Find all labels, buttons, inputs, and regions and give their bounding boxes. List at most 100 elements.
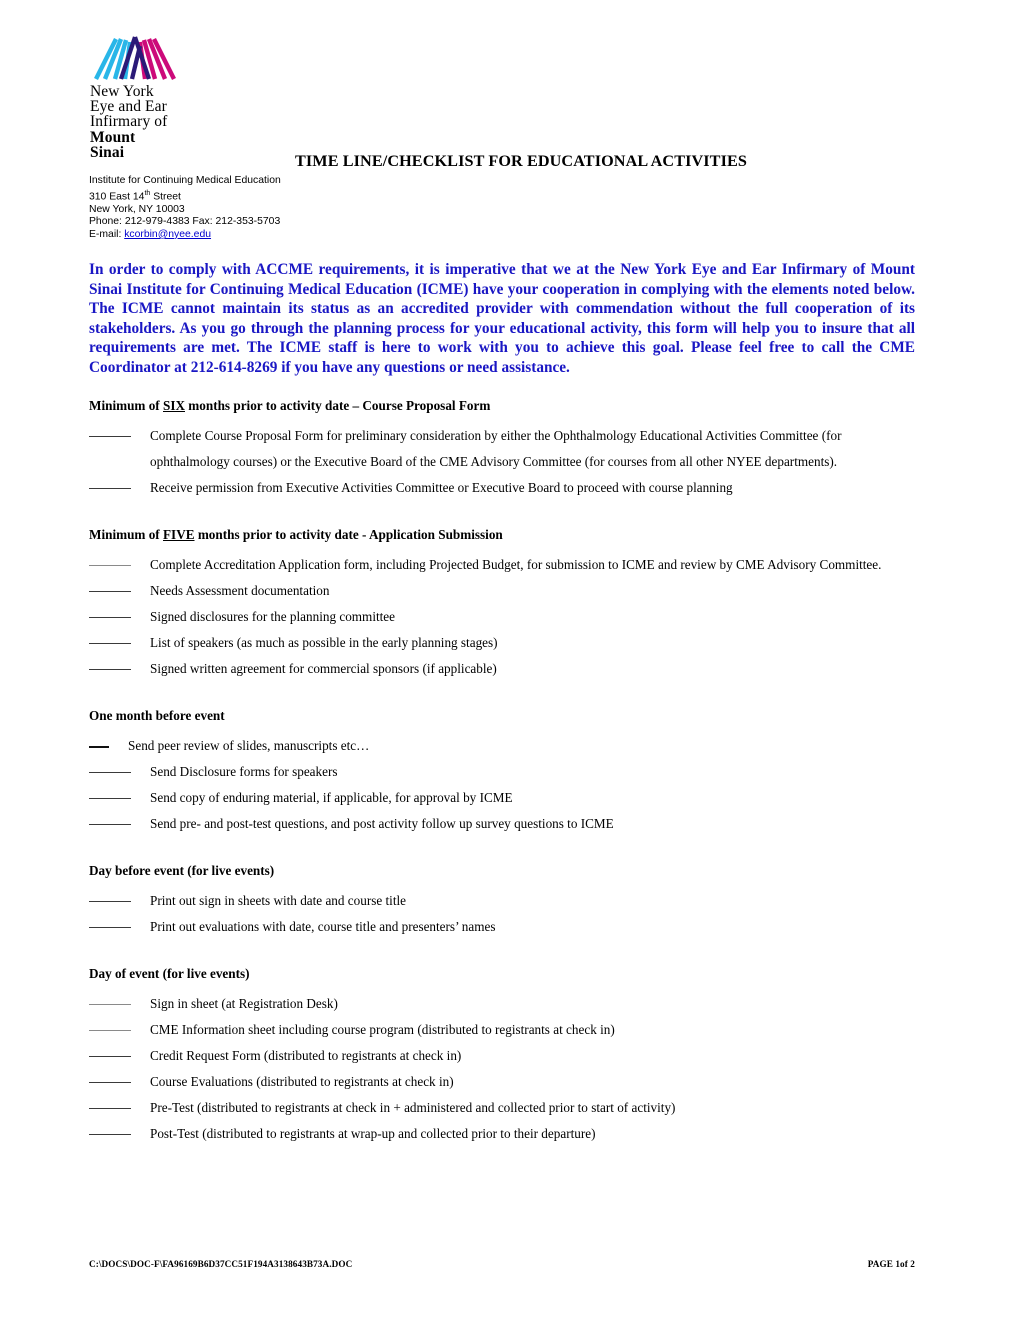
checklist-item: Send copy of enduring material, if appli… — [89, 785, 1020, 811]
checklist-item-blank-line[interactable] — [89, 669, 131, 670]
checklist-item-label: Pre-Test (distributed to registrants at … — [150, 1100, 676, 1115]
checklist-item-blank-line[interactable] — [89, 1082, 131, 1083]
checklist-item-label: Send copy of enduring material, if appli… — [150, 790, 513, 805]
checklist-item-blank-line[interactable] — [89, 1004, 131, 1005]
street-prefix: 310 East 14 — [89, 191, 145, 203]
checklist-item: Receive permission from Executive Activi… — [89, 475, 1020, 501]
checklist-item-label: Needs Assessment documentation — [150, 583, 330, 598]
checklist-item: Complete Course Proposal Form for prelim… — [89, 423, 1020, 475]
section-heading-prefix: Minimum of — [89, 398, 163, 413]
checklist-item-blank-line[interactable] — [89, 746, 109, 748]
document-footer: C:\DOCS\DOC-F\FA96169B6D37CC51F194A31386… — [89, 1259, 915, 1269]
section-heading-suffix: months prior to activity date - Applicat… — [194, 527, 503, 542]
checklist-item: Send peer review of slides, manuscripts … — [89, 733, 1020, 759]
checklist-item-label: Print out sign in sheets with date and c… — [150, 893, 407, 908]
checklist-item-label: Signed written agreement for commercial … — [150, 661, 497, 676]
checklist-item-label: Credit Request Form (distributed to regi… — [150, 1048, 462, 1063]
page-title: TIME LINE/CHECKLIST FOR EDUCATIONAL ACTI… — [295, 152, 747, 170]
checklist-item: Credit Request Form (distributed to regi… — [89, 1043, 1020, 1069]
checklist-item-blank-line[interactable] — [89, 1056, 131, 1057]
footer-file-path: C:\DOCS\DOC-F\FA96169B6D37CC51F194A31386… — [89, 1259, 353, 1269]
checklist-item: Course Evaluations (distributed to regis… — [89, 1069, 1020, 1095]
checklist-item-blank-line[interactable] — [89, 798, 131, 799]
checklist-item-blank-line[interactable] — [89, 824, 131, 825]
checklist-item-label: CME Information sheet including course p… — [150, 1022, 615, 1037]
checklist-item: Send pre- and post-test questions, and p… — [89, 811, 1020, 837]
checklist-item: Print out sign in sheets with date and c… — [89, 888, 1020, 914]
logo-line-4: Mount — [90, 128, 136, 146]
checklist-section: One month before event Send peer review o… — [0, 708, 1020, 837]
checklist-item-label: Send pre- and post-test questions, and p… — [150, 816, 614, 831]
checklist-item: CME Information sheet including course p… — [89, 1017, 1020, 1043]
logo-line-3: Infirmary of — [90, 113, 168, 131]
street-suffix: Street — [150, 191, 181, 203]
checklist-item-label: Receive permission from Executive Activi… — [150, 480, 733, 495]
checklist-item: Signed disclosures for the planning comm… — [89, 604, 1020, 630]
checklist-item-label: Print out evaluations with date, course … — [150, 919, 496, 934]
checklist-item-blank-line[interactable] — [89, 927, 131, 928]
address-block: Institute for Continuing Medical Educati… — [89, 175, 281, 241]
checklist-item: Complete Accreditation Application form,… — [89, 552, 1020, 578]
checklist-item-blank-line[interactable] — [89, 565, 131, 566]
checklist-item: Needs Assessment documentation — [89, 578, 1020, 604]
checklist-item-label: Post-Test (distributed to registrants at… — [150, 1126, 596, 1141]
checklist-item-blank-line[interactable] — [89, 772, 131, 773]
checklist-item: Signed written agreement for commercial … — [89, 656, 1020, 682]
checklist-section: Day of event (for live events) Sign in sh… — [0, 966, 1020, 1147]
phone-fax: Phone: 212-979-4383 Fax: 212-353-5703 — [89, 216, 281, 228]
checklist-item-blank-line[interactable] — [89, 1134, 131, 1135]
section-heading: Minimum of SIX months prior to activity … — [89, 398, 1020, 414]
section-heading: Day of event (for live events) — [89, 966, 250, 981]
checklist-item-blank-line[interactable] — [89, 488, 131, 489]
section-heading: One month before event — [89, 708, 225, 723]
checklist-item-label: Complete Course Proposal Form for prelim… — [150, 428, 842, 469]
city-state-zip: New York, NY 10003 — [89, 203, 185, 215]
email-label: E-mail: — [89, 228, 125, 240]
checklist-item: Pre-Test (distributed to registrants at … — [89, 1095, 1020, 1121]
checklist-body: Minimum of SIX months prior to activity … — [0, 398, 1020, 1147]
section-heading-suffix: months prior to activity date – Course P… — [185, 398, 491, 413]
document-page: New York Eye and Ear Infirmary of Mount … — [0, 0, 1020, 1320]
logo-line-2: Eye and Ear — [90, 98, 167, 116]
street-address: 310 East 14th Street — [89, 188, 281, 204]
checklist-item-blank-line[interactable] — [89, 1030, 131, 1031]
checklist-item-blank-line[interactable] — [89, 1108, 131, 1109]
checklist-item-blank-line[interactable] — [89, 901, 131, 902]
section-heading-emphasis: SIX — [163, 398, 185, 413]
checklist-item: Post-Test (distributed to registrants at… — [89, 1121, 1020, 1147]
logo-line-1: New York — [90, 83, 154, 100]
checklist-item: Sign in sheet (at Registration Desk) — [89, 991, 1020, 1017]
document-header: New York Eye and Ear Infirmary of Mount … — [0, 0, 1020, 240]
section-heading-prefix: Minimum of — [89, 527, 163, 542]
checklist-item-label: Sign in sheet (at Registration Desk) — [150, 996, 338, 1011]
checklist-section: Minimum of FIVE months prior to activity… — [0, 527, 1020, 682]
institute-name: Institute for Continuing Medical Educati… — [89, 175, 281, 186]
logo-wordmark: New York Eye and Ear Infirmary of Mount … — [90, 83, 220, 161]
checklist-item: Print out evaluations with date, course … — [89, 914, 1020, 940]
email-link[interactable]: kcorbin@nyee.edu — [124, 229, 211, 240]
checklist-section: Day before event (for live events) Print … — [0, 863, 1020, 940]
section-heading-emphasis: FIVE — [163, 527, 195, 542]
section-heading: Day before event (for live events) — [89, 863, 275, 878]
checklist-item-label: Signed disclosures for the planning comm… — [150, 609, 396, 624]
section-heading: Minimum of FIVE months prior to activity… — [89, 527, 1020, 543]
logo-line-5: Sinai — [90, 143, 125, 161]
checklist-item: Send Disclosure forms for speakers — [89, 759, 1020, 785]
checklist-item-label: Send Disclosure forms for speakers — [150, 764, 338, 779]
organization-logo: New York Eye and Ear Infirmary of Mount … — [90, 33, 220, 160]
mount-sinai-peaks-icon — [94, 36, 176, 80]
footer-page-number: PAGE 1of 2 — [867, 1259, 915, 1269]
checklist-item-blank-line[interactable] — [89, 591, 131, 592]
checklist-item-label: Course Evaluations (distributed to regis… — [150, 1074, 454, 1089]
checklist-item-blank-line[interactable] — [89, 617, 131, 618]
checklist-item-label: Send peer review of slides, manuscripts … — [128, 738, 370, 753]
checklist-item-blank-line[interactable] — [89, 643, 131, 644]
email-line: E-mail: kcorbin@nyee.edu — [89, 229, 281, 242]
checklist-item: List of speakers (as much as possible in… — [89, 630, 1020, 656]
checklist-item-blank-line[interactable] — [89, 436, 131, 437]
checklist-item-label: List of speakers (as much as possible in… — [150, 635, 498, 650]
checklist-section: Minimum of SIX months prior to activity … — [0, 398, 1020, 501]
